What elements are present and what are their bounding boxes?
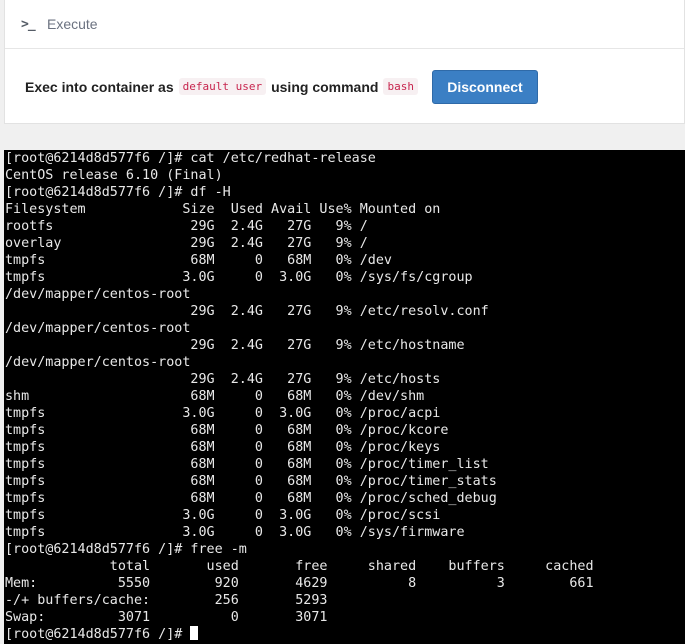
- panel-header: >_ Execute: [5, 0, 684, 49]
- terminal-line: 29G 2.4G 27G 9% /etc/hostname: [5, 338, 465, 353]
- panel-title: Execute: [47, 16, 98, 32]
- terminal-line: tmpfs 68M 0 68M 0% /proc/kcore: [5, 423, 449, 438]
- terminal-line: tmpfs 68M 0 68M 0% /proc/keys: [5, 440, 441, 455]
- exec-middle-text: using command: [271, 78, 379, 95]
- terminal-line: tmpfs 3.0G 0 3.0G 0% /sys/fs/cgroup: [5, 270, 473, 285]
- terminal-line: 29G 2.4G 27G 9% /etc/resolv.conf: [5, 304, 489, 319]
- terminal-line: /dev/mapper/centos-root: [5, 321, 191, 336]
- terminal-line: Mem: 5550 920 4629 8 3 661: [5, 576, 594, 591]
- terminal-line: /dev/mapper/centos-root: [5, 355, 191, 370]
- terminal-line: tmpfs 3.0G 0 3.0G 0% /proc/acpi: [5, 406, 441, 421]
- terminal-prompt: [root@6214d8d577f6 /]#: [5, 627, 191, 642]
- terminal-line: [root@6214d8d577f6 /]# df -H: [5, 185, 231, 200]
- terminal-line: CentOS release 6.10 (Final): [5, 168, 223, 183]
- terminal-line: tmpfs 68M 0 68M 0% /proc/timer_list: [5, 457, 489, 472]
- terminal-line: tmpfs 68M 0 68M 0% /proc/timer_stats: [5, 474, 497, 489]
- terminal-prompt-icon: >_: [21, 16, 36, 32]
- terminal-line: 29G 2.4G 27G 9% /etc/hosts: [5, 372, 441, 387]
- execute-panel: >_ Execute Exec into container as defaul…: [4, 0, 685, 124]
- exec-bar: Exec into container as default user usin…: [5, 49, 684, 124]
- terminal-line: [root@6214d8d577f6 /]# free -m: [5, 542, 247, 557]
- terminal-line: tmpfs 3.0G 0 3.0G 0% /sys/firmware: [5, 525, 465, 540]
- command-chip: bash: [383, 78, 418, 95]
- terminal-line: overlay 29G 2.4G 27G 9% /: [5, 236, 368, 251]
- terminal-cursor: [190, 626, 199, 640]
- terminal-prompt-line: [root@6214d8d577f6 /]#: [4, 626, 685, 643]
- terminal-line: tmpfs 3.0G 0 3.0G 0% /proc/scsi: [5, 508, 441, 523]
- terminal-line: /dev/mapper/centos-root: [5, 287, 191, 302]
- terminal-line: -/+ buffers/cache: 256 5293: [5, 593, 328, 608]
- terminal-line: [root@6214d8d577f6 /]# cat /etc/redhat-r…: [5, 151, 376, 166]
- terminal-line: tmpfs 68M 0 68M 0% /dev: [5, 253, 392, 268]
- terminal-line: tmpfs 68M 0 68M 0% /proc/sched_debug: [5, 491, 497, 506]
- user-chip: default user: [178, 78, 267, 95]
- terminal-line: total used free shared buffers cached: [5, 559, 594, 574]
- terminal-line: shm 68M 0 68M 0% /dev/shm: [5, 389, 425, 404]
- disconnect-button[interactable]: Disconnect: [431, 69, 538, 104]
- terminal-line: rootfs 29G 2.4G 27G 9% /: [5, 219, 368, 234]
- exec-prefix-text: Exec into container as: [25, 78, 174, 95]
- terminal-line: Swap: 3071 0 3071: [5, 610, 328, 625]
- terminal-line: Filesystem Size Used Avail Use% Mounted …: [5, 202, 441, 217]
- terminal-output[interactable]: [root@6214d8d577f6 /]# cat /etc/redhat-r…: [4, 150, 685, 644]
